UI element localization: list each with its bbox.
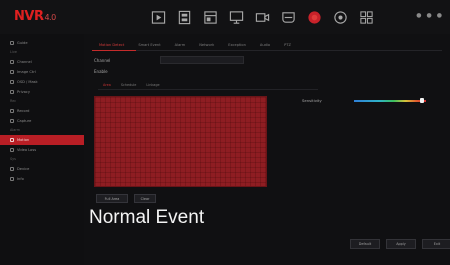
full-area-button[interactable]: Full Area <box>96 194 128 203</box>
sub-tab-bar: Area Schedule Linkage <box>98 81 165 89</box>
storage-icon[interactable] <box>280 9 296 25</box>
sidebar-item-channel[interactable]: Channel <box>0 57 84 67</box>
play-icon[interactable] <box>150 9 166 25</box>
user-icon[interactable]: ● <box>416 12 421 19</box>
channel-label: Channel <box>94 58 111 63</box>
default-button[interactable]: Default <box>350 239 380 249</box>
clear-button[interactable]: Clear <box>134 194 156 203</box>
sensitivity-slider-handle[interactable] <box>420 98 425 103</box>
sidebar-group-label: Rec <box>10 99 17 103</box>
sidebar-group-label: Sys <box>10 157 16 161</box>
motion-area-grid[interactable] <box>94 96 267 187</box>
sidebar-item-label: Video Loss <box>17 148 37 152</box>
monitor-icon[interactable] <box>228 9 244 25</box>
sidebar-item-label: Guide <box>17 41 28 45</box>
sidebar-item-privacy[interactable]: Privacy <box>0 87 84 97</box>
sidebar-item-image-ctrl[interactable]: Image Ctrl <box>0 67 84 77</box>
menu-item-icon <box>10 80 14 84</box>
sidebar-item-osd-mask[interactable]: OSD / Mask <box>0 77 84 87</box>
sidebar-item-label: Image Ctrl <box>17 70 36 74</box>
subtab-linkage[interactable]: Linkage <box>141 81 164 89</box>
top-right-status: ● ● ● <box>416 12 442 19</box>
sidebar-item-label: Capture <box>17 119 32 123</box>
app-logo: NVR4.0 <box>14 9 56 24</box>
apply-button[interactable]: Apply <box>386 239 416 249</box>
playback-icon[interactable] <box>176 9 192 25</box>
enable-label: Enable <box>94 69 108 74</box>
sidebar-item-capture[interactable]: Capture <box>0 116 84 126</box>
network-icon[interactable] <box>332 9 348 25</box>
sidebar-group-label: Live <box>10 50 17 54</box>
camera-icon[interactable] <box>254 9 270 25</box>
menu-item-icon <box>10 167 14 171</box>
sidebar-item-video-loss[interactable]: Video Loss <box>0 145 84 155</box>
sidebar-group-label: Alarm <box>10 128 20 132</box>
sub-tab-divider <box>98 89 318 90</box>
menu-item-icon <box>10 90 14 94</box>
main-panel: Motion Detect Smart Event Alarm Network Exce… <box>84 34 450 265</box>
menu-item-icon <box>10 148 14 152</box>
sidebar-item-record[interactable]: Record <box>0 106 84 116</box>
record-icon[interactable] <box>306 9 322 25</box>
sidebar-item-device[interactable]: Device <box>0 164 84 174</box>
sidebar-item-label: Info <box>17 177 24 181</box>
file-icon[interactable] <box>202 9 218 25</box>
top-bar: NVR4.0 ● ● ● <box>0 0 450 34</box>
event-caption: Normal Event <box>89 207 205 228</box>
subtab-area[interactable]: Area <box>98 81 116 89</box>
subtab-schedule[interactable]: Schedule <box>116 81 142 89</box>
settings-icon[interactable]: ● <box>427 12 432 19</box>
power-icon[interactable]: ● <box>437 12 442 19</box>
sidebar-item-label: Record <box>17 109 30 113</box>
sidebar-item-label: OSD / Mask <box>17 80 38 84</box>
sidebar-item-label: Device <box>17 167 30 171</box>
menu-item-icon <box>10 119 14 123</box>
sensitivity-label: Sensitivity <box>302 98 322 103</box>
tab-divider <box>92 50 442 51</box>
apps-icon[interactable] <box>358 9 374 25</box>
menu-item-icon <box>10 60 14 64</box>
sensitivity-slider[interactable] <box>354 100 426 102</box>
menu-item-icon <box>10 70 14 74</box>
channel-select[interactable] <box>160 56 244 64</box>
sidebar-item-label: Channel <box>17 60 32 64</box>
sidebar-item-label: Privacy <box>17 90 31 94</box>
menu-item-icon <box>10 41 14 45</box>
menu-item-icon <box>10 177 14 181</box>
sidebar: Guide Live Channel Image Ctrl OSD / Mask Priv… <box>0 34 84 265</box>
sidebar-item-info[interactable]: Info <box>0 174 84 184</box>
menu-item-icon <box>10 109 14 113</box>
exit-button[interactable]: Exit <box>422 239 450 249</box>
sidebar-item-guide[interactable]: Guide <box>0 38 84 48</box>
sidebar-item-motion[interactable]: Motion <box>0 135 84 145</box>
top-nav <box>150 9 374 25</box>
sidebar-item-label: Motion <box>17 138 30 142</box>
menu-item-icon <box>10 138 14 142</box>
